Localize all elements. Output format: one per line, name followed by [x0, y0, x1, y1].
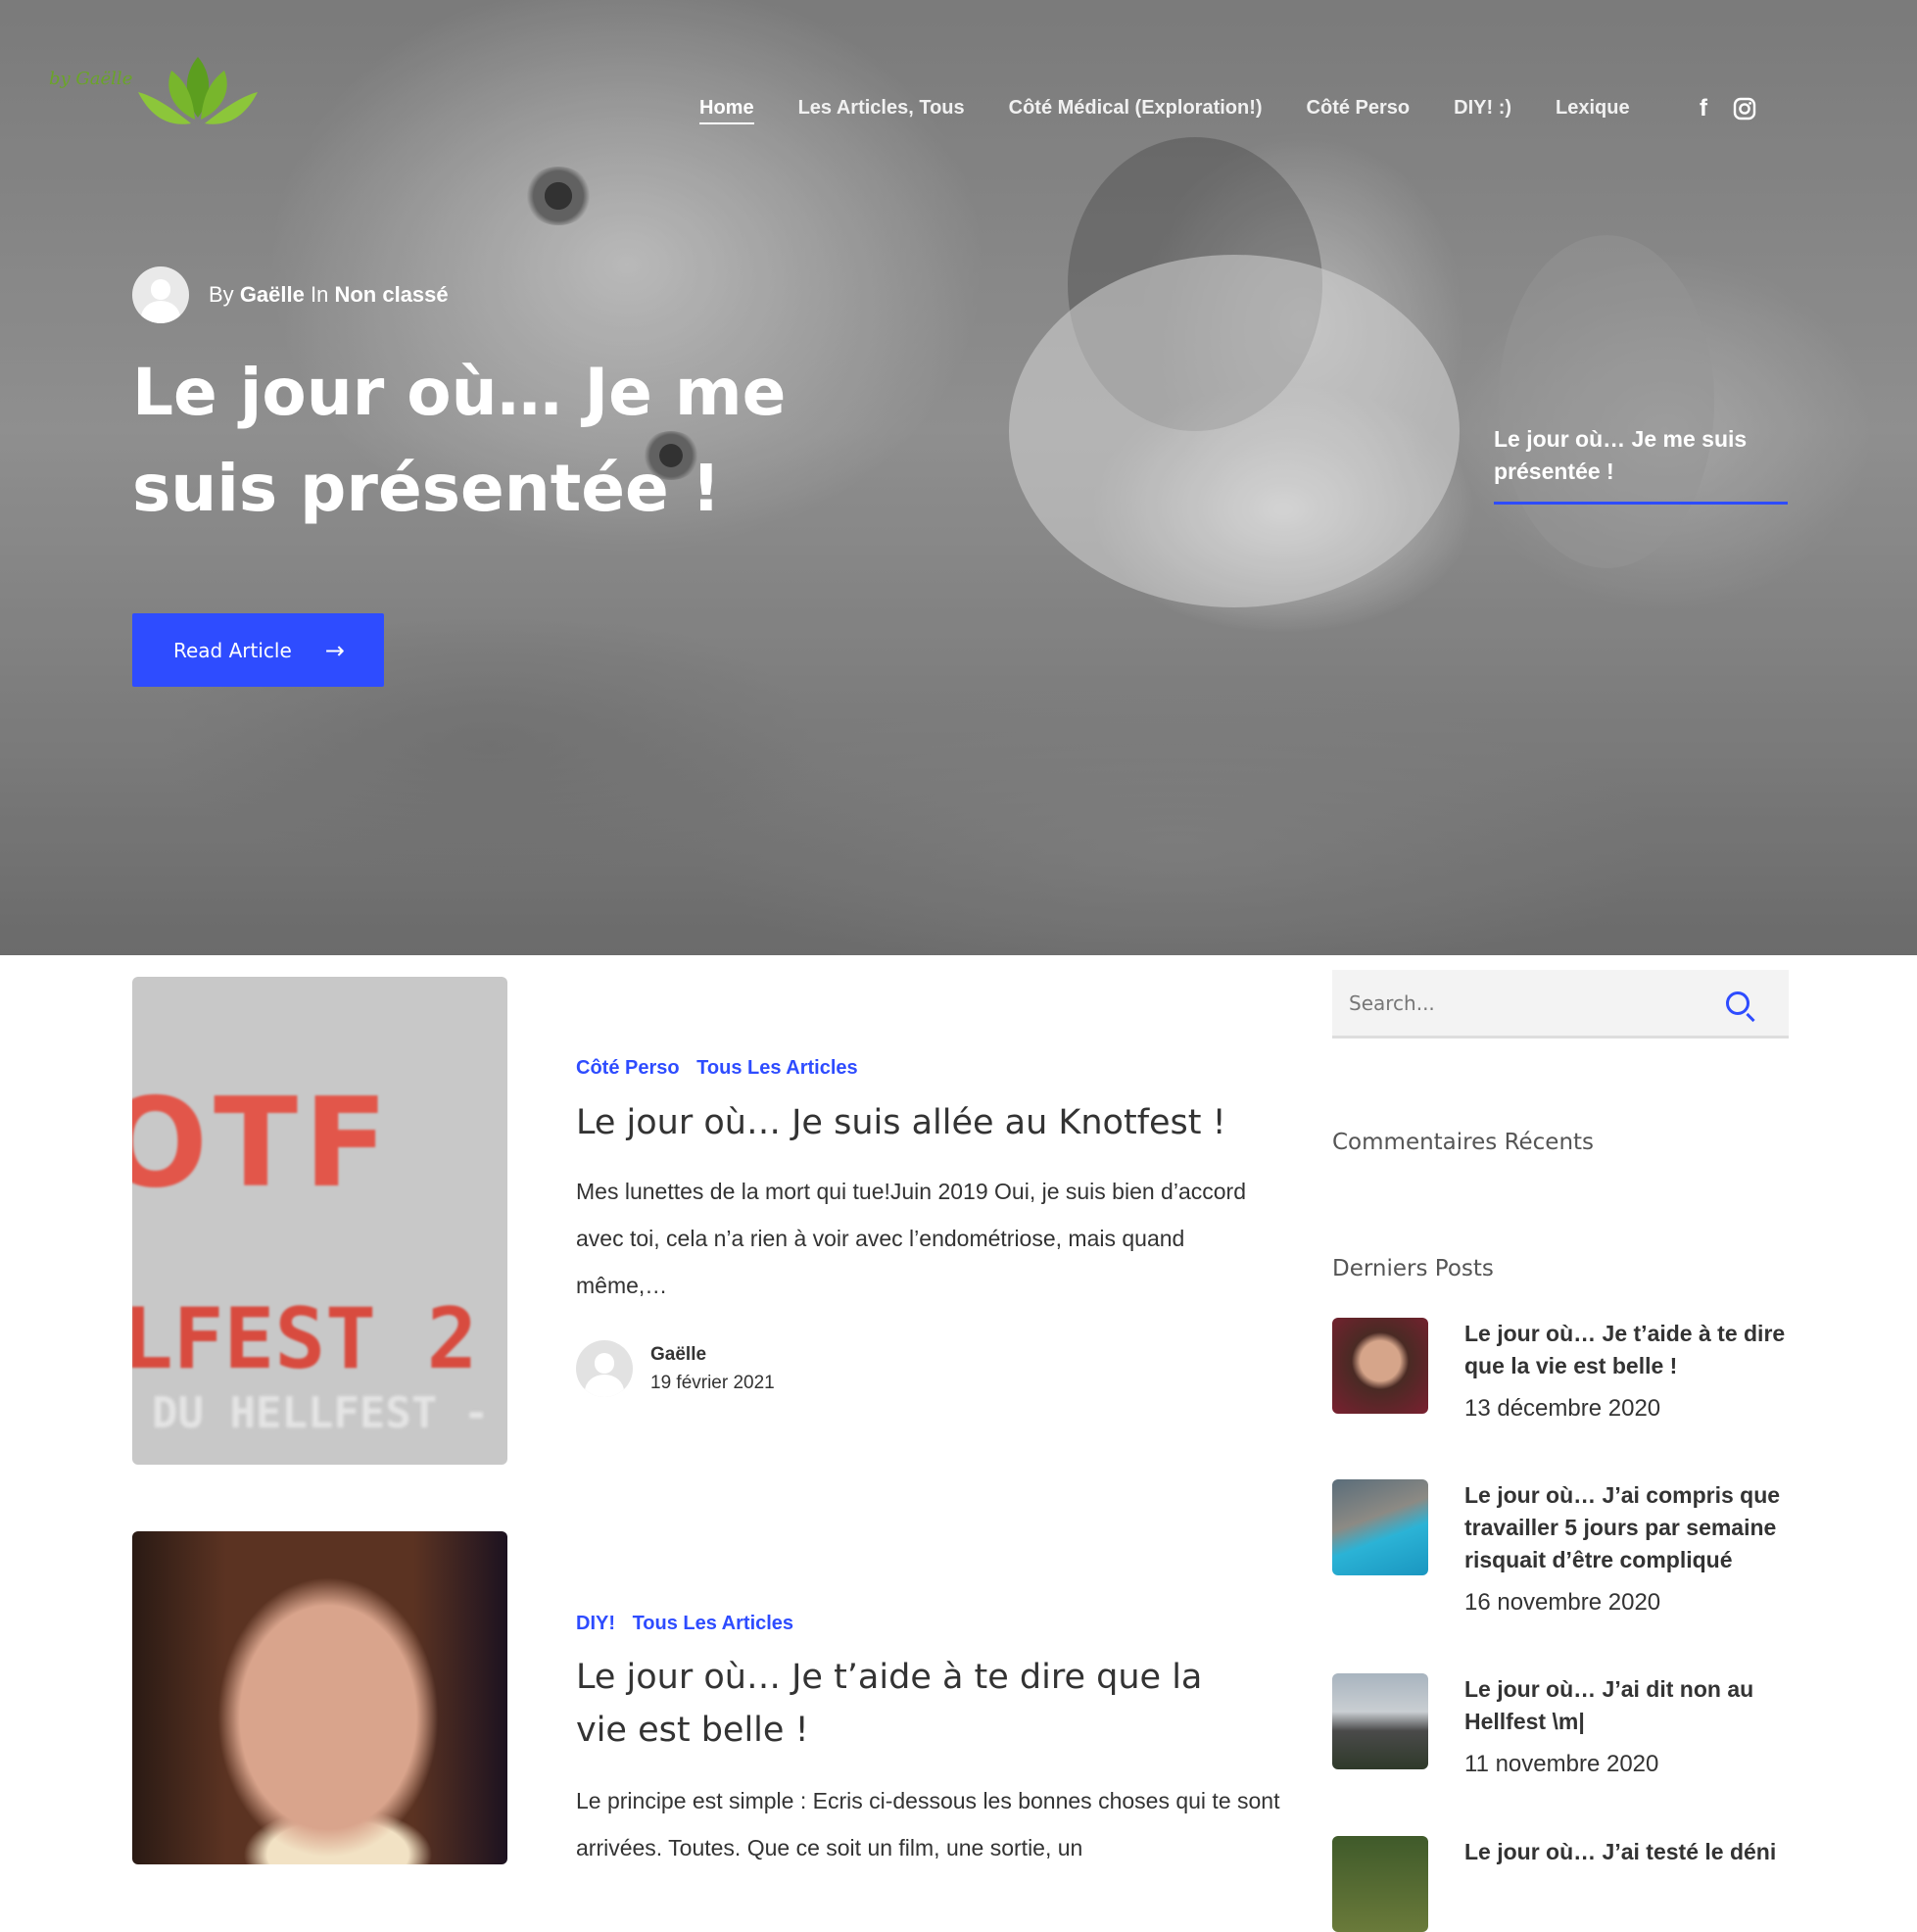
post-thumbnail[interactable]	[132, 1531, 507, 1864]
author-avatar	[132, 266, 189, 323]
search-icon[interactable]	[1726, 991, 1749, 1015]
category-link[interactable]: Côté Perso	[576, 1057, 680, 1079]
post-categories: DIY! Tous Les Articles	[576, 1613, 805, 1635]
thumbnail-text: LFEST 2	[132, 1290, 478, 1388]
category-link[interactable]: DIY!	[576, 1613, 615, 1634]
latest-post-title[interactable]: Le jour où… J’ai compris que travailler …	[1464, 1479, 1788, 1576]
logo-signature: by Gaëlle	[49, 69, 133, 89]
latest-post-title[interactable]: Le jour où… Je t’aide à te dire que la v…	[1464, 1318, 1788, 1382]
latest-post-thumbnail[interactable]	[1332, 1479, 1428, 1575]
post-date: 19 février 2021	[650, 1373, 775, 1393]
read-article-label: Read Article	[173, 638, 292, 662]
latest-post-date: 16 novembre 2020	[1464, 1589, 1661, 1616]
nav-item-cote-medical[interactable]: Côté Médical (Exploration!)	[1009, 95, 1263, 124]
latest-post-title[interactable]: Le jour où… J’ai dit non au Hellfest \m|	[1464, 1673, 1788, 1738]
hero-title[interactable]: Le jour où… Je me suis présentée !	[132, 345, 935, 537]
thumbnail-text: DU HELLFEST -	[152, 1388, 490, 1438]
post-meta: Gaëlle 19 février 2021	[576, 1340, 775, 1397]
hero-banner: by Gaëlle Home Les Articles, Tous Côté M…	[0, 0, 1917, 955]
post-meta-text: Gaëlle 19 février 2021	[650, 1340, 775, 1397]
thumbnail-text: OTF	[132, 1071, 395, 1215]
author-avatar	[576, 1340, 633, 1397]
social-links: f	[1700, 95, 1756, 122]
latest-post-date: 11 novembre 2020	[1464, 1751, 1659, 1777]
by-label: By	[209, 282, 234, 307]
latest-post-thumbnail[interactable]	[1332, 1836, 1428, 1932]
hero-author-link[interactable]: Gaëlle	[240, 282, 305, 307]
search-input[interactable]	[1347, 990, 1719, 1016]
in-label: In	[310, 282, 329, 307]
hero-byline: By Gaëlle In Non classé	[132, 266, 449, 323]
post-thumbnail[interactable]: OTF LFEST 2 DU HELLFEST -	[132, 977, 507, 1465]
facebook-icon[interactable]: f	[1700, 95, 1707, 122]
post-excerpt: Le principe est simple : Ecris ci-dessou…	[576, 1788, 1280, 1860]
post-excerpt: Mes lunettes de la mort qui tue!Juin 201…	[576, 1179, 1246, 1298]
post-card: DIY! Tous Les Articles Le jour où… Je t’…	[132, 1531, 1279, 1864]
post-title[interactable]: Le jour où… Je t’aide à te dire que la v…	[576, 1651, 1262, 1757]
nav-item-home[interactable]: Home	[699, 95, 754, 124]
arrow-right-icon: →	[324, 636, 345, 664]
site-logo[interactable]	[132, 47, 264, 160]
latest-post-thumbnail[interactable]	[1332, 1318, 1428, 1414]
post-author[interactable]: Gaëlle	[650, 1340, 775, 1369]
main-nav: Home Les Articles, Tous Côté Médical (Ex…	[699, 95, 1674, 124]
post-card: OTF LFEST 2 DU HELLFEST - Côté Perso Tou…	[132, 977, 1269, 1467]
latest-posts-title: Derniers Posts	[1332, 1256, 1494, 1281]
latest-post-date: 13 décembre 2020	[1464, 1395, 1661, 1422]
category-link[interactable]: Tous Les Articles	[633, 1613, 794, 1634]
hero-category-link[interactable]: Non classé	[334, 282, 448, 307]
search-box	[1332, 970, 1789, 1038]
nav-item-les-articles-tous[interactable]: Les Articles, Tous	[798, 95, 965, 124]
instagram-icon[interactable]	[1733, 97, 1756, 121]
nav-item-cote-perso[interactable]: Côté Perso	[1307, 95, 1411, 124]
nav-item-diy[interactable]: DIY! :)	[1454, 95, 1511, 124]
recent-comments-title: Commentaires Récents	[1332, 1130, 1595, 1155]
read-article-button[interactable]: Read Article →	[132, 613, 384, 687]
nav-item-lexique[interactable]: Lexique	[1556, 95, 1630, 124]
latest-post-thumbnail[interactable]	[1332, 1673, 1428, 1769]
category-link[interactable]: Tous Les Articles	[696, 1057, 858, 1079]
post-title[interactable]: Le jour où… Je suis allée au Knotfest !	[576, 1096, 1262, 1149]
hero-byline-text: By Gaëlle In Non classé	[209, 282, 449, 308]
latest-post-title[interactable]: Le jour où… J’ai testé le déni	[1464, 1836, 1788, 1868]
post-categories: Côté Perso Tous Les Articles	[576, 1057, 870, 1080]
hero-slider-current-title[interactable]: Le jour où… Je me suis présentée !	[1494, 423, 1788, 505]
